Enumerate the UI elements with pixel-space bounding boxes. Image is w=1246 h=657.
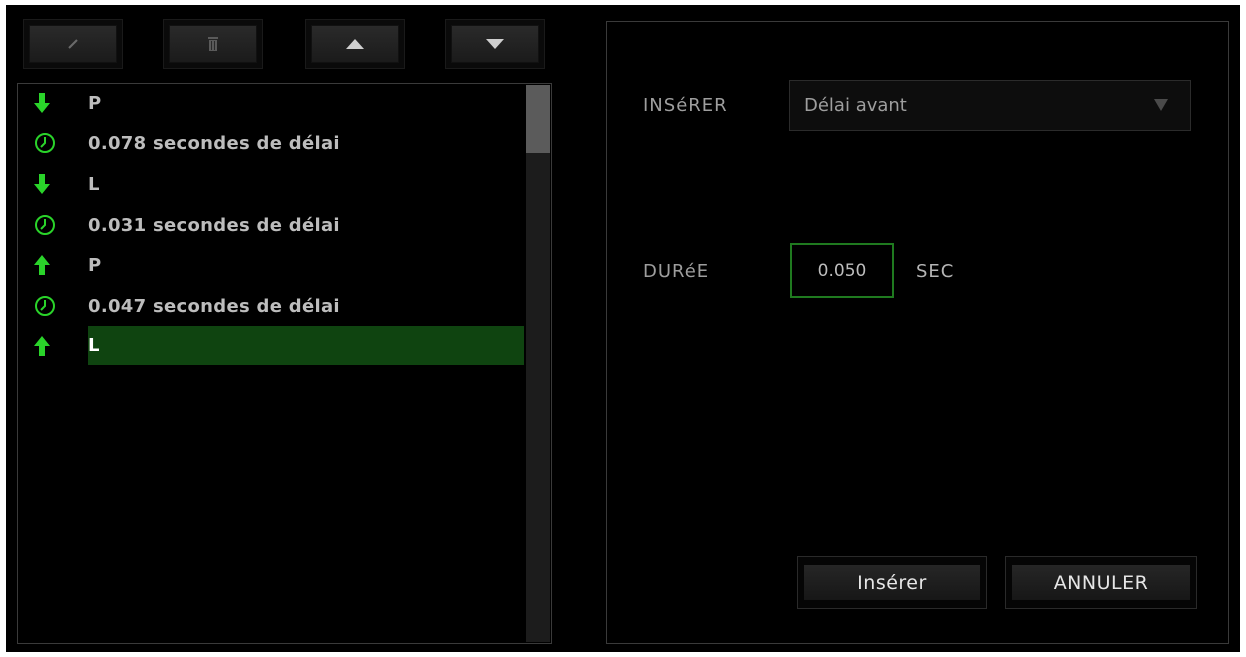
clock-icon (35, 215, 55, 235)
list-item[interactable]: P (18, 248, 524, 282)
scrollbar-thumb[interactable] (526, 85, 550, 153)
list-item-label: L (88, 326, 524, 365)
move-down-button[interactable] (445, 19, 545, 69)
arrow-down-icon (34, 174, 50, 194)
insert-button-frame: Insérer (797, 556, 987, 609)
arrow-up-icon (34, 335, 50, 356)
move-up-icon (346, 39, 364, 49)
chevron-down-icon (1154, 99, 1168, 111)
list-item-label: 0.047 secondes de délai (88, 295, 340, 317)
list-item[interactable]: 0.078 secondes de délai (18, 126, 524, 160)
list-item-label: L (88, 173, 100, 195)
cancel-button[interactable]: ANNULER (1012, 565, 1190, 600)
insert-type-value: Délai avant (804, 95, 907, 116)
list-item[interactable]: 0.047 secondes de délai (18, 289, 524, 323)
list-item-label: 0.078 secondes de délai (88, 132, 340, 154)
list-item-label: P (88, 92, 102, 114)
list-scrollbar[interactable] (526, 85, 550, 642)
move-down-icon (486, 39, 504, 49)
clock-icon (35, 133, 55, 153)
edit-button[interactable] (23, 19, 123, 69)
clock-icon (35, 296, 55, 316)
trash-icon (208, 37, 218, 51)
list-item-label: 0.031 secondes de délai (88, 214, 340, 236)
insert-label: INSéRER (643, 95, 728, 116)
insert-button[interactable]: Insérer (804, 565, 980, 600)
delete-button[interactable] (163, 19, 263, 69)
cancel-button-frame: ANNULER (1005, 556, 1197, 609)
list-item[interactable]: 0.031 secondes de délai (18, 208, 524, 242)
arrow-up-icon (34, 255, 50, 275)
macro-event-list[interactable]: P 0.078 secondes de délai L 0.031 second… (17, 83, 552, 644)
list-item[interactable]: P (18, 86, 524, 120)
duration-input[interactable]: 0.050 (790, 243, 894, 298)
duration-unit: SEC (916, 261, 955, 282)
duration-label: DURéE (643, 261, 710, 282)
list-item-selected[interactable]: L (18, 326, 524, 365)
pencil-icon (68, 39, 78, 49)
arrow-down-icon (34, 93, 50, 113)
list-item-label: P (88, 254, 102, 276)
list-item[interactable]: L (18, 167, 524, 201)
insert-type-dropdown[interactable]: Délai avant (789, 80, 1191, 131)
move-up-button[interactable] (305, 19, 405, 69)
